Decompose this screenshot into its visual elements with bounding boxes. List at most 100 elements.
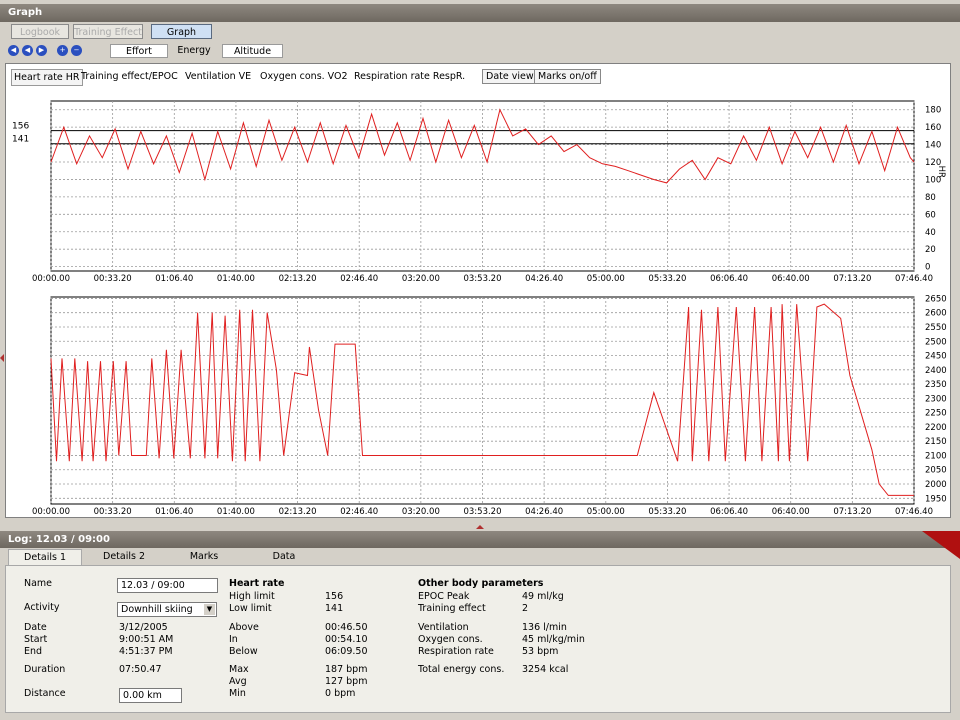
high-limit-value: 156 xyxy=(325,591,344,602)
altitude-y-tick-label: 2400 m xyxy=(925,366,950,376)
below-label: Below xyxy=(229,646,258,657)
graph-title-text: Graph xyxy=(8,7,43,18)
previous-icon[interactable]: ◀ xyxy=(22,45,33,56)
tab-energy[interactable]: Energy xyxy=(170,44,218,58)
activity-label: Activity xyxy=(24,602,60,613)
above-value: 00:46.50 xyxy=(325,622,368,633)
oxygen-cons-label: Oxygen cons. xyxy=(418,634,483,645)
hr-x-tick-label: 01:06.40 xyxy=(155,274,193,284)
altitude-y-tick-label: 2000 m xyxy=(925,480,950,490)
altitude-x-tick-label: 06:06.40 xyxy=(710,507,748,517)
tab-data[interactable]: Data xyxy=(248,549,320,565)
hr-x-tick-label: 04:26.40 xyxy=(525,274,563,284)
hr-limit-label: 156 xyxy=(12,122,29,132)
max-value: 187 bpm xyxy=(325,664,368,675)
low-limit-label: Low limit xyxy=(229,603,272,614)
end-value: 4:51:37 PM xyxy=(119,646,173,657)
epoc-peak-label: EPOC Peak xyxy=(418,591,470,602)
charts-canvas: 02040608010012014016018000:00.00 00:33.20… xyxy=(12,100,950,517)
altitude-y-tick-label: 2300 m xyxy=(925,394,950,404)
hr-x-tick-label: 05:33.20 xyxy=(648,274,686,284)
altitude-x-tick-label: 01:06.40 xyxy=(155,507,193,517)
start-value: 9:00:51 AM xyxy=(119,634,174,645)
duration-value: 07:50.47 xyxy=(119,664,162,675)
zoom-out-icon[interactable]: − xyxy=(71,45,82,56)
altitude-y-tick-label: 2350 m xyxy=(925,380,950,390)
altitude-y-tick-label: 2050 m xyxy=(925,466,950,476)
altitude-y-tick-label: 2650 m xyxy=(925,294,950,304)
high-limit-label: High limit xyxy=(229,591,275,602)
name-field[interactable]: 12.03 / 09:00 xyxy=(117,578,218,593)
altitude-y-tick-label: 2550 m xyxy=(925,323,950,333)
date-label: Date xyxy=(24,622,47,633)
training-effect-button[interactable]: Training Effect xyxy=(73,24,143,39)
logbook-button[interactable]: Logbook xyxy=(11,24,69,39)
epoc-peak-value: 49 ml/kg xyxy=(522,591,564,602)
altitude-x-tick-label: 03:20.00 xyxy=(402,507,440,517)
hr-y-tick-label: 80 xyxy=(925,193,936,203)
altitude-x-tick-label: 01:40.00 xyxy=(217,507,255,517)
altitude-x-tick-label: 02:13.20 xyxy=(279,507,317,517)
hr-y-tick-label: 40 xyxy=(925,228,936,238)
log-title-text: Log: 12.03 / 09:00 xyxy=(8,534,110,545)
tab-altitude[interactable]: Altitude xyxy=(222,44,283,58)
hr-y-tick-label: 20 xyxy=(925,245,936,255)
distance-field[interactable]: 0.00 km xyxy=(119,688,182,703)
hr-y-tick-label: 180 xyxy=(925,106,941,116)
hr-y-tick-label: 60 xyxy=(925,210,936,220)
altitude-y-tick-label: 2200 m xyxy=(925,423,950,433)
heart-rate-heading: Heart rate xyxy=(229,578,285,589)
total-energy-label: Total energy cons. xyxy=(418,664,505,675)
log-panel-title: Log: 12.03 / 09:00 xyxy=(0,531,960,548)
hr-x-tick-label: 02:46.40 xyxy=(340,274,378,284)
altitude-x-tick-label: 00:33.20 xyxy=(94,507,132,517)
hr-x-tick-label: 07:13.20 xyxy=(833,274,871,284)
max-label: Max xyxy=(229,664,249,675)
low-limit-value: 141 xyxy=(325,603,344,614)
in-value: 00:54.10 xyxy=(325,634,368,645)
splitter-handle-icon[interactable] xyxy=(0,354,4,362)
start-label: Start xyxy=(24,634,48,645)
zoom-in-icon[interactable]: + xyxy=(57,45,68,56)
hr-x-tick-label: 00:33.20 xyxy=(94,274,132,284)
hr-x-tick-label: 02:13.20 xyxy=(279,274,317,284)
avg-value: 127 bpm xyxy=(325,676,368,687)
tab-details-1[interactable]: Details 1 xyxy=(8,549,82,566)
duration-label: Duration xyxy=(24,664,66,675)
hr-y-tick-label: 0 xyxy=(925,263,930,273)
splitter-up-icon[interactable] xyxy=(476,525,484,529)
chevron-down-icon[interactable]: ▼ xyxy=(204,604,215,615)
activity-value: Downhill skiing xyxy=(121,604,193,615)
graph-panel-title: Graph xyxy=(0,4,960,22)
activity-select[interactable]: Downhill skiing ▼ xyxy=(117,602,217,617)
graph-button[interactable]: Graph xyxy=(151,24,212,39)
min-value: 0 bpm xyxy=(325,688,356,699)
tab-marks[interactable]: Marks xyxy=(168,549,240,565)
altitude-y-tick-label: 2600 m xyxy=(925,309,950,319)
altitude-y-tick-label: 2100 m xyxy=(925,451,950,461)
distance-label: Distance xyxy=(24,688,66,699)
altitude-x-tick-label: 07:46.40 xyxy=(895,507,933,517)
hr-x-tick-label: 03:20.00 xyxy=(402,274,440,284)
altitude-x-tick-label: 04:26.40 xyxy=(525,507,563,517)
altitude-x-tick-label: 05:33.20 xyxy=(648,507,686,517)
ventilation-value: 136 l/min xyxy=(522,622,567,633)
next-icon[interactable]: ▶ xyxy=(36,45,47,56)
details-panel: Name 12.03 / 09:00 Activity Downhill ski… xyxy=(5,565,951,713)
training-effect-label: Training effect xyxy=(418,603,486,614)
first-icon[interactable]: ◀ xyxy=(8,45,19,56)
hr-x-tick-label: 03:53.20 xyxy=(463,274,501,284)
tab-effort[interactable]: Effort xyxy=(110,44,168,58)
below-value: 06:09.50 xyxy=(325,646,368,657)
tab-details-2[interactable]: Details 2 xyxy=(88,549,160,565)
respiration-rate-value: 53 bpm xyxy=(522,646,559,657)
hr-y-axis-label: HR xyxy=(936,166,946,178)
hr-x-tick-label: 06:40.00 xyxy=(772,274,810,284)
in-label: In xyxy=(229,634,238,645)
altitude-y-tick-label: 2250 m xyxy=(925,409,950,419)
oxygen-cons-value: 45 ml/kg/min xyxy=(522,634,585,645)
altitude-plot-frame xyxy=(50,296,915,505)
hr-x-tick-label: 00:00.00 xyxy=(32,274,70,284)
hr-x-tick-label: 01:40.00 xyxy=(217,274,255,284)
altitude-y-tick-label: 2450 m xyxy=(925,352,950,362)
